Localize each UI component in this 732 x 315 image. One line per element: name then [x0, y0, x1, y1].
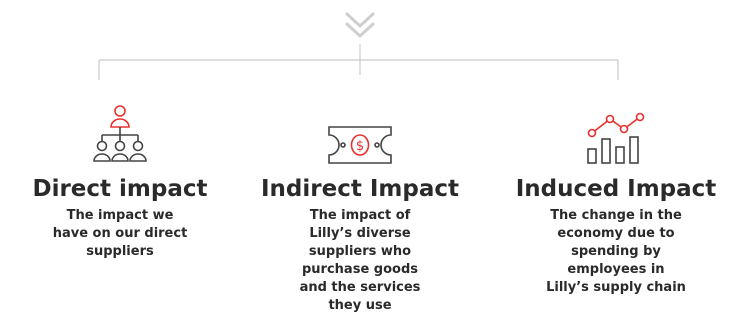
connector-lines	[98, 12, 619, 80]
money-bill-icon: $	[328, 126, 392, 164]
induced-impact-card: Induced Impact The change in the economy…	[496, 95, 732, 297]
induced-impact-title: Induced Impact	[515, 176, 717, 202]
growth-chart-icon	[587, 112, 645, 164]
tree-branch	[98, 44, 619, 80]
direct-impact-card: Direct impact The impact we have on our …	[0, 95, 240, 261]
double-chevron-down-icon	[345, 12, 375, 38]
org-chart-people-icon	[93, 105, 147, 162]
direct-impact-title: Direct impact	[32, 176, 208, 202]
svg-text:$: $	[356, 139, 364, 154]
indirect-impact-title: Indirect Impact	[261, 176, 459, 202]
induced-impact-description: The change in the economy due to spendin…	[546, 208, 686, 295]
indirect-impact-description: The impact of Lilly’s diverse suppliers …	[299, 208, 421, 313]
direct-impact-description: The impact we have on our direct supplie…	[52, 208, 188, 259]
indirect-impact-card: $ Indirect Impact The impact of Lilly’s …	[240, 95, 480, 315]
